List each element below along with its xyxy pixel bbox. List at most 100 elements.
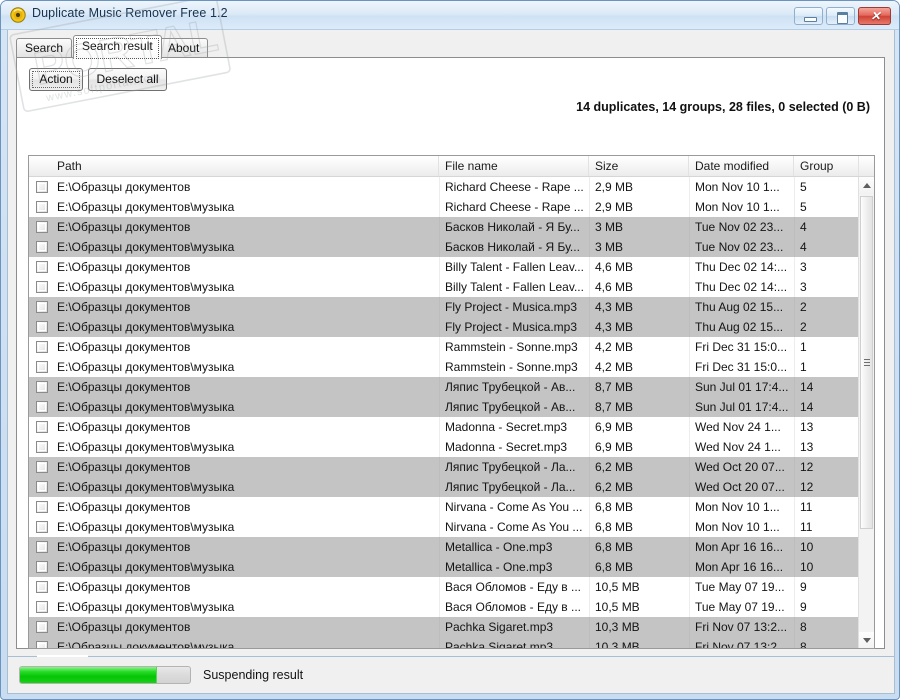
- table-row[interactable]: E:\Образцы документов Madonna - Secret.mp…: [29, 417, 859, 437]
- progress-bar: [19, 666, 191, 684]
- cell-file-name: Ляпис Трубецкой - Ла...: [445, 460, 576, 474]
- row-checkbox[interactable]: [36, 421, 48, 433]
- row-checkbox[interactable]: [36, 541, 48, 553]
- table-row[interactable]: E:\Образцы документов\музыка Rammstein - …: [29, 357, 859, 377]
- table-row[interactable]: E:\Образцы документов\музыка Вася Обломов…: [29, 597, 859, 617]
- row-checkbox[interactable]: [36, 241, 48, 253]
- row-checkbox[interactable]: [36, 361, 48, 373]
- cell-group: 10: [800, 560, 814, 574]
- table-row[interactable]: E:\Образцы документов\музыка Nirvana - Co…: [29, 517, 859, 537]
- row-checkbox[interactable]: [36, 641, 48, 648]
- row-checkbox[interactable]: [36, 601, 48, 613]
- cell-group: 8: [800, 620, 807, 634]
- cell-path: E:\Образцы документов\музыка: [57, 320, 235, 334]
- row-checkbox[interactable]: [36, 201, 48, 213]
- scroll-down-button[interactable]: [859, 632, 874, 648]
- cell-size: 6,2 MB: [595, 460, 634, 474]
- duplicates-summary: 14 duplicates, 14 groups, 28 files, 0 se…: [576, 100, 870, 114]
- table-row[interactable]: E:\Образцы документов Metallica - One.mp3…: [29, 537, 859, 557]
- table-row[interactable]: E:\Образцы документов Billy Talent - Fall…: [29, 257, 859, 277]
- row-checkbox[interactable]: [36, 621, 48, 633]
- cell-size: 4,3 MB: [595, 320, 634, 334]
- vertical-scrollbar[interactable]: [858, 177, 874, 648]
- scroll-up-button[interactable]: [859, 177, 874, 194]
- row-checkbox[interactable]: [36, 441, 48, 453]
- row-checkbox[interactable]: [36, 401, 48, 413]
- cell-date-modified: Mon Nov 10 1...: [695, 500, 780, 514]
- scrollbar-thumb[interactable]: [860, 196, 873, 529]
- cell-group: 4: [800, 220, 807, 234]
- cell-group: 14: [800, 380, 814, 394]
- cell-date-modified: Thu Aug 02 15...: [695, 300, 784, 314]
- table-row[interactable]: E:\Образцы документов Richard Cheese - Ra…: [29, 177, 859, 197]
- table-row[interactable]: E:\Образцы документов\музыка Pachka Sigar…: [29, 637, 859, 649]
- table-row[interactable]: E:\Образцы документов Ляпис Трубецкой - А…: [29, 377, 859, 397]
- column-header-file-name[interactable]: File name: [439, 156, 589, 176]
- row-checkbox[interactable]: [36, 481, 48, 493]
- cell-size: 6,2 MB: [595, 480, 634, 494]
- cell-path: E:\Образцы документов: [57, 300, 191, 314]
- column-header-size[interactable]: Size: [589, 156, 689, 176]
- status-bar: Suspending result: [7, 657, 895, 694]
- row-checkbox[interactable]: [36, 181, 48, 193]
- cell-group: 9: [800, 580, 807, 594]
- row-checkbox[interactable]: [36, 221, 48, 233]
- cell-file-name: Richard Cheese - Rape ...: [445, 180, 584, 194]
- maximize-button[interactable]: [826, 7, 855, 25]
- column-header-group[interactable]: Group: [794, 156, 859, 176]
- action-focus-ring: [32, 71, 80, 88]
- column-header-date-modified[interactable]: Date modified: [689, 156, 794, 176]
- cell-group: 1: [800, 340, 807, 354]
- table-row[interactable]: E:\Образцы документов\музыка Fly Project …: [29, 317, 859, 337]
- table-row[interactable]: E:\Образцы документов\музыка Ляпис Трубец…: [29, 477, 859, 497]
- row-checkbox[interactable]: [36, 561, 48, 573]
- cell-group: 4: [800, 240, 807, 254]
- row-checkbox[interactable]: [36, 301, 48, 313]
- action-button[interactable]: Action: [29, 68, 83, 91]
- music-disc-icon: [10, 7, 26, 23]
- row-checkbox[interactable]: [36, 261, 48, 273]
- table-row[interactable]: E:\Образцы документов\музыка Ляпис Трубец…: [29, 397, 859, 417]
- table-row[interactable]: E:\Образцы документов Ляпис Трубецкой - Л…: [29, 457, 859, 477]
- row-checkbox[interactable]: [36, 341, 48, 353]
- row-checkbox[interactable]: [36, 381, 48, 393]
- window-title: Duplicate Music Remover Free 1.2: [32, 6, 228, 20]
- tab-search-result[interactable]: Search result: [73, 35, 162, 59]
- table-row[interactable]: E:\Образцы документов\музыка Richard Chee…: [29, 197, 859, 217]
- table-row[interactable]: E:\Образцы документов\музыка Billy Talent…: [29, 277, 859, 297]
- table-row[interactable]: E:\Образцы документов Басков Николай - Я …: [29, 217, 859, 237]
- tab-search[interactable]: Search: [16, 38, 73, 58]
- cell-file-name: Pachka Sigaret.mp3: [445, 640, 554, 649]
- cell-size: 2,9 MB: [595, 180, 634, 194]
- row-checkbox[interactable]: [36, 461, 48, 473]
- table-row[interactable]: E:\Образцы документов Pachka Sigaret.mp3 1…: [29, 617, 859, 637]
- table-row[interactable]: E:\Образцы документов Вася Обломов - Еду …: [29, 577, 859, 597]
- cell-date-modified: Sun Jul 01 17:4...: [695, 400, 789, 414]
- minimize-button[interactable]: [794, 7, 823, 25]
- cell-file-name: Billy Talent - Fallen Leav...: [445, 260, 584, 274]
- table-row[interactable]: E:\Образцы документов Rammstein - Sonne.m…: [29, 337, 859, 357]
- table-row[interactable]: E:\Образцы документов\музыка Басков Никол…: [29, 237, 859, 257]
- close-button[interactable]: ✕: [858, 7, 891, 25]
- table-row[interactable]: E:\Образцы документов\музыка Metallica - …: [29, 557, 859, 577]
- deselect-all-button[interactable]: Deselect all: [88, 68, 167, 91]
- row-checkbox[interactable]: [36, 281, 48, 293]
- row-checkbox[interactable]: [36, 501, 48, 513]
- tab-about[interactable]: About: [159, 38, 209, 58]
- column-header-path[interactable]: Path: [51, 156, 439, 176]
- cell-file-name: Fly Project - Musica.mp3: [445, 320, 578, 334]
- table-row[interactable]: E:\Образцы документов Nirvana - Come As Y…: [29, 497, 859, 517]
- row-checkbox[interactable]: [36, 321, 48, 333]
- cell-size: 6,8 MB: [595, 500, 634, 514]
- cell-group: 11: [800, 520, 813, 534]
- cell-path: E:\Образцы документов\музыка: [57, 360, 235, 374]
- cell-path: E:\Образцы документов: [57, 540, 191, 554]
- maximize-icon: [837, 12, 848, 24]
- table-row[interactable]: E:\Образцы документов Fly Project - Music…: [29, 297, 859, 317]
- cell-size: 4,6 MB: [595, 280, 634, 294]
- row-checkbox[interactable]: [36, 581, 48, 593]
- cell-size: 3 MB: [595, 220, 624, 234]
- cell-path: E:\Образцы документов\музыка: [57, 440, 235, 454]
- table-row[interactable]: E:\Образцы документов\музыка Madonna - Se…: [29, 437, 859, 457]
- row-checkbox[interactable]: [36, 521, 48, 533]
